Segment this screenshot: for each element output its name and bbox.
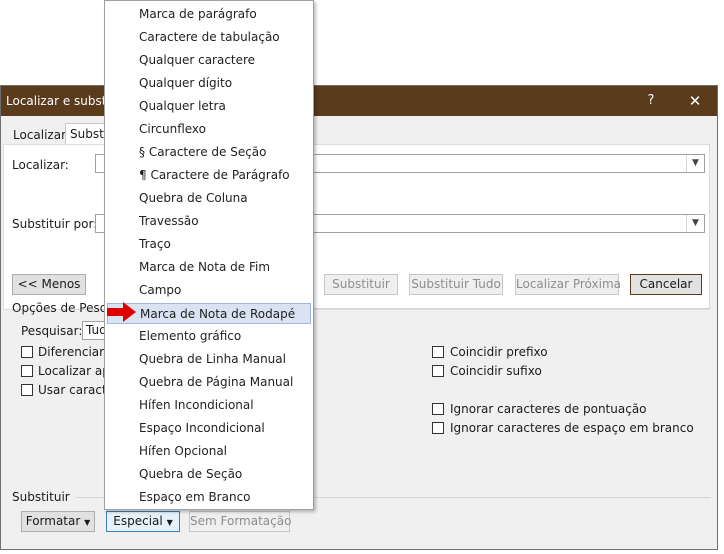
menu-item-marca-nota-rodape[interactable]: Marca de Nota de Rodapé	[107, 303, 311, 324]
prefixo-checkbox[interactable]	[432, 346, 444, 358]
menu-item-espaco-branco[interactable]: Espaço em Branco	[107, 487, 311, 508]
pontuacao-checkbox[interactable]	[432, 403, 444, 415]
menu-item-caractere-tabulacao[interactable]: Caractere de tabulação	[107, 27, 311, 48]
help-button[interactable]: ?	[639, 90, 663, 112]
menu-item-elemento-grafico[interactable]: Elemento gráfico	[107, 326, 311, 347]
menos-button[interactable]: << Menos	[12, 274, 86, 295]
tab-localizar[interactable]: Localizar	[9, 125, 70, 145]
espaco-branco-label: Ignorar caracteres de espaço em branco	[450, 421, 694, 435]
menu-item-marca-paragrafo[interactable]: Marca de parágrafo	[107, 4, 311, 25]
menu-item-qualquer-letra[interactable]: Qualquer letra	[107, 96, 311, 117]
sufixo-label: Coincidir sufixo	[450, 364, 542, 378]
sufixo-checkbox[interactable]	[432, 365, 444, 377]
localizar-proxima-button[interactable]: Localizar Próxima	[515, 274, 621, 295]
formatar-button[interactable]: Formatar ▼	[21, 511, 95, 532]
menu-item-traco[interactable]: Traço	[107, 234, 311, 255]
cancelar-button[interactable]: Cancelar	[630, 274, 702, 295]
chevron-down-icon[interactable]: ▼	[686, 155, 704, 172]
pesquisar-label: Pesquisar:	[21, 324, 83, 338]
menu-item-marca-nota-fim[interactable]: Marca de Nota de Fim	[107, 257, 311, 278]
localizar-label: Localizar:	[12, 158, 69, 172]
substituir-button[interactable]: Substituir	[324, 274, 398, 295]
menu-item-hifen-opcional[interactable]: Hífen Opcional	[107, 441, 311, 462]
chevron-down-icon[interactable]: ▼	[686, 215, 704, 232]
substituir-section-title: Substituir	[12, 490, 70, 504]
menu-item-quebra-linha-manual[interactable]: Quebra de Linha Manual	[107, 349, 311, 370]
especial-label: Especial	[113, 514, 163, 528]
chevron-down-icon: ▼	[166, 518, 173, 527]
menu-item-qualquer-caractere[interactable]: Qualquer caractere	[107, 50, 311, 71]
menu-item-qualquer-digito[interactable]: Qualquer dígito	[107, 73, 311, 94]
menu-item-quebra-pagina-manual[interactable]: Quebra de Página Manual	[107, 372, 311, 393]
substituir-label: Substituir por:	[12, 217, 98, 231]
especial-button[interactable]: Especial ▼	[106, 511, 180, 532]
curinga-checkbox[interactable]	[21, 384, 33, 396]
pontuacao-label: Ignorar caracteres de pontuação	[450, 402, 647, 416]
especial-dropdown-menu: Marca de parágrafo Caractere de tabulaçã…	[104, 0, 314, 510]
substituir-tudo-button[interactable]: Substituir Tudo	[409, 274, 503, 295]
menu-item-quebra-secao[interactable]: Quebra de Seção	[107, 464, 311, 485]
menu-item-quebra-coluna[interactable]: Quebra de Coluna	[107, 188, 311, 209]
close-button[interactable]: ✕	[681, 90, 709, 112]
prefixo-label: Coincidir prefixo	[450, 345, 548, 359]
palavras-inteiras-checkbox[interactable]	[21, 365, 33, 377]
red-arrow-icon	[107, 302, 136, 322]
menu-item-hifen-incondicional[interactable]: Hífen Incondicional	[107, 395, 311, 416]
menu-item-circunflexo[interactable]: Circunflexo	[107, 119, 311, 140]
espaco-branco-checkbox[interactable]	[432, 422, 444, 434]
formatar-label: Formatar	[25, 514, 81, 528]
diferenciar-checkbox[interactable]	[21, 346, 33, 358]
sem-formatacao-button[interactable]: Sem Formatação	[189, 511, 291, 532]
menu-item-caractere-paragrafo[interactable]: ¶ Caractere de Parágrafo	[107, 165, 311, 186]
menu-item-campo[interactable]: Campo	[107, 280, 311, 301]
chevron-down-icon: ▼	[84, 518, 91, 527]
menu-item-espaco-incondicional[interactable]: Espaço Incondicional	[107, 418, 311, 439]
menu-item-travessao[interactable]: Travessão	[107, 211, 311, 232]
menu-item-caractere-secao[interactable]: § Caractere de Seção	[107, 142, 311, 163]
